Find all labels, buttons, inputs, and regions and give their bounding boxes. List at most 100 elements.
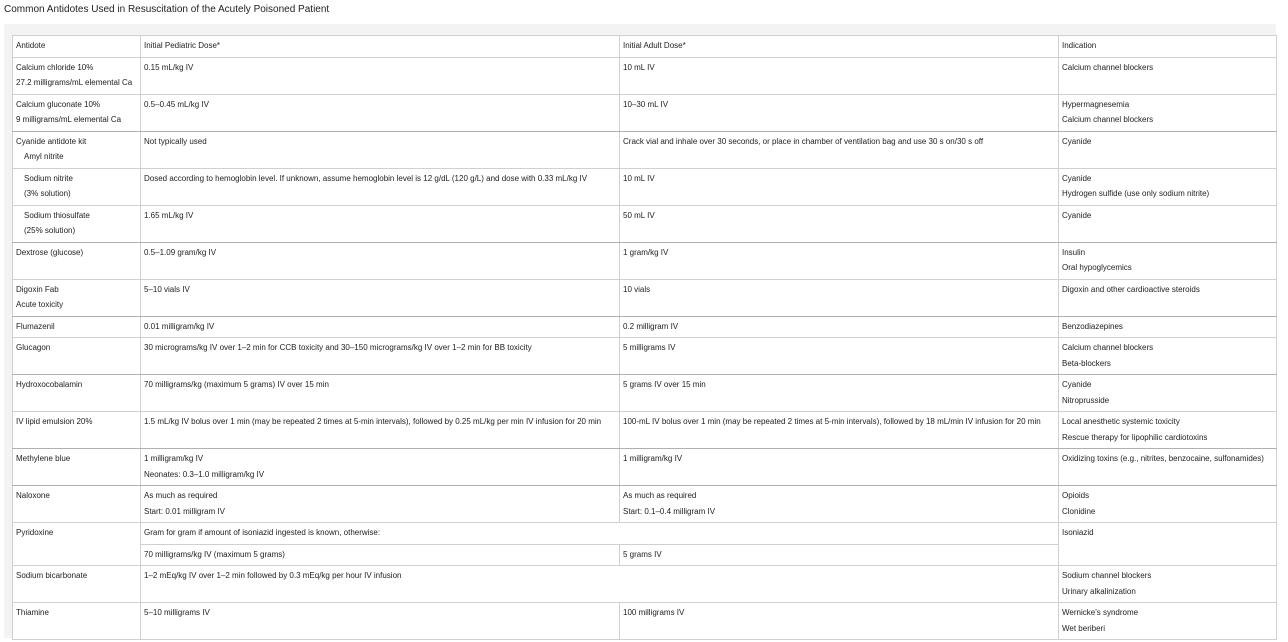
cell-line: Not typically used — [144, 136, 207, 146]
cell-line: Naloxone — [16, 491, 50, 500]
table-row: Flumazenil 0.01 milligram/kg IV 0.2 millig… — [12, 315, 1277, 338]
cell-line: As much as required — [144, 491, 218, 500]
cell-antidote: Pyridoxine — [12, 522, 141, 566]
cell-adult-dose: 5 milligrams IV — [619, 337, 1059, 375]
cell-line: 100-mL IV bolus over 1 min (may be repea… — [623, 417, 1041, 426]
header-row: Antidote Initial Pediatric Dose* Initial… — [12, 35, 1277, 58]
cell-line: 0.5–0.45 mL/kg IV — [144, 99, 209, 109]
cell-line: Crack vial and inhale over 30 seconds, o… — [623, 136, 984, 146]
cell-antidote: Cyanide antidote kit Amyl nitrite — [12, 130, 141, 169]
cell-line: Cyanide antidote kit — [16, 136, 87, 146]
cell-line: Oral hypoglycemics — [1062, 263, 1132, 272]
cell-indication: Hypermagnesemia Calcium channel blockers — [1058, 93, 1277, 132]
indication-line: Urinary alkalinization — [1062, 586, 1136, 596]
cell-adult-dose: Crack vial and inhale over 30 seconds, o… — [619, 130, 1059, 169]
cell-pediatric-dose: 0.01 milligram/kg IV — [140, 315, 620, 338]
cell-indication: Digoxin and other cardioactive steroids — [1058, 278, 1277, 317]
cell-line: 1 milligram/kg IV — [144, 454, 204, 463]
cell-line: Sodium thiosulfate — [24, 210, 90, 220]
cell-line: 10 vials — [623, 284, 651, 294]
cell-line: Calcium channel blockers — [1062, 62, 1154, 72]
cell-antidote: Flumazenil — [12, 315, 141, 338]
cell-line: Dosed according to hemoglobin level. If … — [144, 173, 588, 183]
table-row: Dextrose (glucose) 0.5–1.09 gram/kg IV 1 g… — [12, 241, 1277, 280]
cell-line: Local anesthetic systemic toxicity — [1062, 417, 1180, 426]
cell-line: Rescue therapy for lipophilic cardiotoxi… — [1062, 432, 1208, 442]
cell-indication: Benzodiazepines — [1058, 315, 1277, 338]
cell-antidote: Calcium chloride 10% 27.2 milligrams/mL e… — [12, 56, 141, 95]
cell-line: 70 milligrams/kg (maximum 5 grams) IV ov… — [144, 380, 329, 389]
cell-indication: Cyanide — [1058, 204, 1277, 243]
indication-line: Wet beriberi — [1062, 623, 1105, 633]
cell-pediatric-dose: Dosed according to hemoglobin level. If … — [140, 167, 620, 206]
cell-adult-dose: 100-mL IV bolus over 1 min (may be repea… — [619, 411, 1059, 449]
cell-indication: Isoniazid — [1058, 522, 1277, 566]
cell-line: Nitroprusside — [1062, 395, 1110, 405]
cell-adult-dose: 1 milligram/kg IV — [619, 448, 1059, 486]
cell-line: Beta-blockers — [1062, 358, 1111, 368]
cell-antidote: Sodium nitrite (3% solution) — [12, 167, 141, 206]
cell-line: 5 milligrams IV — [623, 343, 676, 352]
cell-indication: Insulin Oral hypoglycemics — [1058, 241, 1277, 280]
indication-line: Wernicke's syndrome — [1062, 608, 1139, 617]
header-pediatric-dose: Initial Pediatric Dose* — [140, 35, 620, 58]
cell-line: 0.01 milligram/kg IV — [144, 321, 215, 331]
table-row: IV lipid emulsion 20% 1.5 mL/kg IV bolus … — [12, 411, 1277, 449]
cell-antidote: Hydroxocobalamin — [12, 374, 141, 412]
cell-pediatric-dose: 70 milligrams/kg IV (maximum 5 grams) — [140, 543, 620, 566]
table-row: Cyanide antidote kit Amyl nitrite Not typi… — [12, 130, 1277, 169]
cell-line: 5 grams IV over 15 min — [623, 380, 706, 389]
cell-line: Oxidizing toxins (e.g., nitrites, benzoc… — [1062, 454, 1264, 463]
cell-line: Glucagon — [16, 343, 51, 352]
cell-adult-dose: 10 mL IV — [619, 56, 1059, 95]
cell-adult-dose: 1 gram/kg IV — [619, 241, 1059, 280]
cell-indication: Local anesthetic systemic toxicity Rescue… — [1058, 411, 1277, 449]
cell-line: 50 mL IV — [623, 210, 655, 220]
cell-line: Hydroxocobalamin — [16, 380, 83, 389]
cell-line: 0.2 milligram IV — [623, 321, 679, 331]
cell-antidote: Digoxin Fab Acute toxicity — [12, 278, 141, 317]
cell-line: Hypermagnesemia — [1062, 99, 1130, 109]
header-adult-dose: Initial Adult Dose* — [619, 35, 1059, 58]
cell-line: Cyanide — [1062, 136, 1092, 146]
cell-pyridoxine-note: Gram for gram if amount of isoniazid ing… — [140, 522, 1059, 545]
cell-indication: Sodium channel blockers Urinary alkalini… — [1058, 565, 1277, 603]
indication-line: Sodium channel blockers — [1062, 571, 1152, 580]
cell-line: (3% solution) — [24, 189, 71, 198]
cell-line: Start: 0.1–0.4 milligram IV — [623, 506, 716, 516]
cell-indication: Calcium channel blockers — [1058, 56, 1277, 95]
table-panel: Antidote Initial Pediatric Dose* Initial… — [4, 24, 1277, 640]
cell-adult-dose: 100 milligrams IV — [619, 602, 1059, 640]
cell-line: Cyanide — [1062, 173, 1092, 183]
cell-indication: Wernicke's syndrome Wet beriberi — [1058, 602, 1277, 640]
cell-adult-dose: As much as required Start: 0.1–0.4 millig… — [619, 485, 1059, 523]
cell-line: Calcium channel blockers — [1062, 115, 1154, 124]
table-row: Methylene blue 1 milligram/kg IV Neonates:… — [12, 448, 1277, 486]
cell-line: Digoxin Fab — [16, 284, 59, 294]
cell-pediatric-dose: 0.5–1.09 gram/kg IV — [140, 241, 620, 280]
antidotes-table: Antidote Initial Pediatric Dose* Initial… — [12, 35, 1277, 640]
table-row: Calcium gluconate 10% 9 milligrams/mL ele… — [12, 93, 1277, 132]
cell-line: 10 mL IV — [623, 62, 655, 72]
cell-line: Clonidine — [1062, 506, 1096, 516]
cell-line: IV lipid emulsion 20% — [16, 417, 93, 426]
cell-indication: Cyanide Hydrogen sulfide (use only sodium… — [1058, 167, 1277, 206]
table-row: Sodium thiosulfate (25% solution) 1.65 mL/… — [12, 204, 1277, 243]
cell-antidote: Thiamine — [12, 602, 141, 640]
table-row-sodium-bicarbonate: Sodium bicarbonate 1–2 mEq/kg IV over 1–… — [12, 565, 1277, 603]
header-antidote: Antidote — [12, 35, 141, 58]
cell-line: Calcium chloride 10% — [16, 62, 94, 72]
cell-line: 5–10 vials IV — [144, 284, 190, 294]
cell-line: 9 milligrams/mL elemental Ca — [16, 115, 122, 124]
cell-line: Start: 0.01 milligram IV — [144, 506, 225, 516]
cell-adult-dose: 5 grams IV — [619, 543, 1059, 566]
cell-line: Calcium channel blockers — [1062, 343, 1154, 352]
cell-line: Hydrogen sulfide (use only sodium nitrit… — [1062, 189, 1210, 198]
cell-pediatric-dose: 5–10 milligrams IV — [140, 602, 620, 640]
cell-antidote: Sodium bicarbonate — [12, 565, 141, 603]
cell-line: 1 gram/kg IV — [623, 247, 669, 257]
table-caption: Common Antidotes Used in Resuscitation o… — [4, 4, 330, 15]
table-body: Calcium chloride 10% 27.2 milligrams/mL e… — [12, 56, 1277, 640]
cell-dose: 1–2 mEq/kg IV over 1–2 min followed by 0… — [140, 565, 1059, 603]
cell-line: 0.5–1.09 gram/kg IV — [144, 247, 217, 257]
